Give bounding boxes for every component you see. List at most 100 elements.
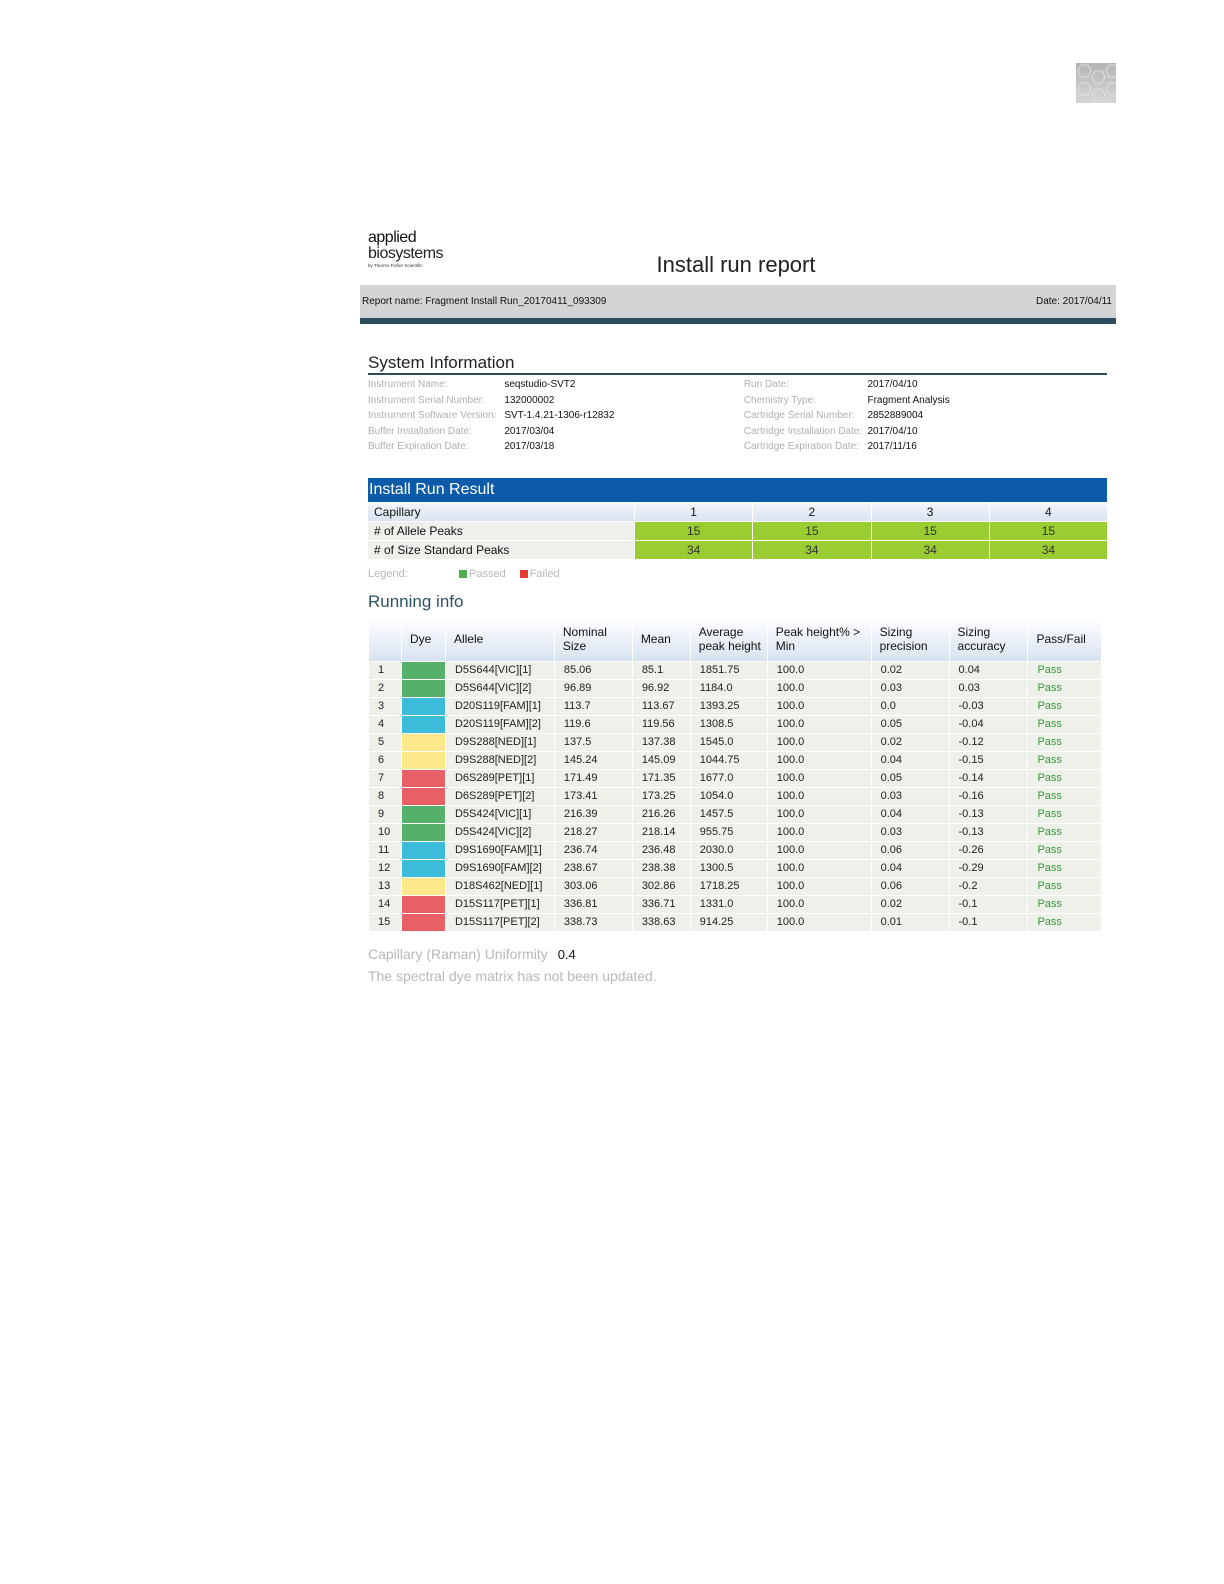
pass-fail-status: Pass: [1027, 678, 1101, 697]
nominal-size: 173.41: [553, 786, 633, 805]
uniformity-label: Capillary (Raman) Uniformity: [368, 946, 548, 962]
allele: D5S644[VIC][2]: [444, 678, 555, 697]
sizing-precision: 0.01: [870, 912, 950, 931]
system-info-row: Instrument Software Version: SVT-1.4.21-1…: [368, 408, 1107, 424]
allele: D5S424[VIC][2]: [444, 822, 555, 841]
install-run-result-heading: Install Run Result: [368, 478, 1107, 502]
row-number: 1: [368, 660, 402, 679]
sizing-accuracy: -0.16: [948, 786, 1028, 805]
report-name: Report name: Fragment Install Run_201704…: [362, 296, 607, 307]
nominal-size: 238.67: [553, 858, 633, 877]
average-peak-height: 1677.0: [689, 768, 768, 787]
row-number: 9: [368, 804, 402, 823]
capillary-label: Capillary: [368, 503, 634, 521]
sizing-accuracy: -0.1: [948, 912, 1028, 931]
pass-fail-status: Pass: [1027, 768, 1101, 787]
allele: D6S289[PET][1]: [444, 768, 555, 787]
column-header: Sizing accuracy: [948, 618, 1028, 661]
sizing-precision: 0.05: [870, 714, 950, 733]
column-header: Nominal Size: [553, 618, 633, 661]
peak-height-pct: 100.0: [766, 858, 872, 877]
sizing-accuracy: -0.13: [948, 804, 1028, 823]
info-value: 132000002: [504, 394, 555, 406]
capillary-header-row: Capillary 1234: [368, 503, 1107, 521]
system-information-heading: System Information: [368, 353, 515, 372]
column-header: Pass/Fail: [1027, 618, 1101, 661]
info-value: Fragment Analysis: [867, 394, 950, 406]
result-label: # of Allele Peaks: [368, 522, 634, 540]
dye-swatch: [400, 786, 446, 805]
report-date: Date: 2017/04/11: [1036, 296, 1112, 307]
table-row: 3 D20S119[FAM][1] 113.7 113.67 1393.25 100.0 0…: [368, 696, 1101, 715]
result-value: 34: [870, 541, 989, 559]
row-number: 8: [368, 786, 402, 805]
average-peak-height: 1184.0: [689, 678, 768, 697]
mean: 119.56: [631, 714, 691, 733]
dye-swatch: [400, 678, 446, 697]
mean: 216.26: [631, 804, 691, 823]
allele: D9S1690[FAM][2]: [444, 858, 555, 877]
table-row: 10 D5S424[VIC][2] 218.27 218.14 955.75 100.0 0…: [368, 822, 1101, 841]
sizing-precision: 0.04: [870, 858, 950, 877]
row-number: 3: [368, 696, 402, 715]
nominal-size: 119.6: [553, 714, 633, 733]
nominal-size: 171.49: [553, 768, 633, 787]
average-peak-height: 914.25: [689, 912, 768, 931]
table-row: 6 D9S288[NED][2] 145.24 145.09 1044.75 100.0 0…: [368, 750, 1101, 769]
sizing-precision: 0.05: [870, 768, 950, 787]
info-key: Chemistry Type:: [743, 394, 816, 406]
peak-height-pct: 100.0: [766, 894, 872, 913]
column-header: [368, 618, 402, 661]
dye-swatch: [400, 768, 446, 787]
info-value: seqstudio-SVT2: [504, 379, 576, 391]
sizing-precision: 0.03: [870, 786, 950, 805]
sizing-accuracy: 0.03: [948, 678, 1028, 697]
mean: 338.63: [631, 912, 691, 931]
legend-label: Legend:: [368, 568, 408, 580]
table-row: 1 D5S644[VIC][1] 85.06 85.1 1851.75 100.0 0.02…: [368, 660, 1101, 679]
info-value: 2852889004: [867, 410, 924, 422]
dye-swatch: [400, 804, 446, 823]
mean: 238.38: [631, 858, 691, 877]
page-corner-hexagon-graphic: [1076, 63, 1116, 103]
allele: D9S1690[FAM][1]: [444, 840, 555, 859]
row-number: 10: [368, 822, 402, 841]
average-peak-height: 2030.0: [689, 840, 768, 859]
row-number: 5: [368, 732, 402, 751]
column-header: Sizing precision: [870, 618, 950, 661]
nominal-size: 216.39: [553, 804, 633, 823]
sizing-precision: 0.0: [870, 696, 950, 715]
table-row: 7 D6S289[PET][1] 171.49 171.35 1677.0 100.0 0.…: [368, 768, 1101, 787]
peak-height-pct: 100.0: [766, 660, 872, 679]
peak-height-pct: 100.0: [766, 696, 872, 715]
nominal-size: 145.24: [553, 750, 633, 769]
dye-swatch: [400, 822, 446, 841]
logo-line-3: by Thermo Fisher Scientific: [368, 263, 423, 268]
dye-swatch: [400, 750, 446, 769]
running-info-heading: Running info: [368, 592, 464, 611]
report-title: Install run report: [656, 252, 816, 277]
pass-fail-status: Pass: [1027, 696, 1101, 715]
table-row: 13 D18S462[NED][1] 303.06 302.86 1718.25 100.…: [368, 876, 1101, 895]
peak-height-pct: 100.0: [766, 732, 872, 751]
capillary-number: 3: [870, 503, 989, 521]
matrix-note: The spectral dye matrix has not been upd…: [368, 968, 657, 984]
pass-fail-status: Pass: [1027, 714, 1101, 733]
sizing-accuracy: -0.04: [948, 714, 1028, 733]
average-peak-height: 1718.25: [689, 876, 768, 895]
peak-height-pct: 100.0: [766, 714, 872, 733]
hexagon-pattern-icon: [1077, 64, 1116, 102]
report-header-bar: Report name: Fragment Install Run_201704…: [360, 285, 1116, 318]
sizing-accuracy: -0.03: [948, 696, 1028, 715]
mean: 85.1: [631, 660, 691, 679]
average-peak-height: 1393.25: [689, 696, 768, 715]
sizing-accuracy: -0.14: [948, 768, 1028, 787]
average-peak-height: 1044.75: [689, 750, 768, 769]
info-key: Instrument Name:: [368, 379, 448, 391]
logo-line-2: biosystems: [368, 245, 444, 262]
sizing-precision: 0.03: [870, 678, 950, 697]
sizing-accuracy: 0.04: [948, 660, 1028, 679]
legend-passed: Passed: [469, 568, 506, 580]
section-divider: [368, 373, 1107, 375]
system-info-row: Instrument Serial Number: 132000002 Chemis…: [368, 393, 1107, 409]
